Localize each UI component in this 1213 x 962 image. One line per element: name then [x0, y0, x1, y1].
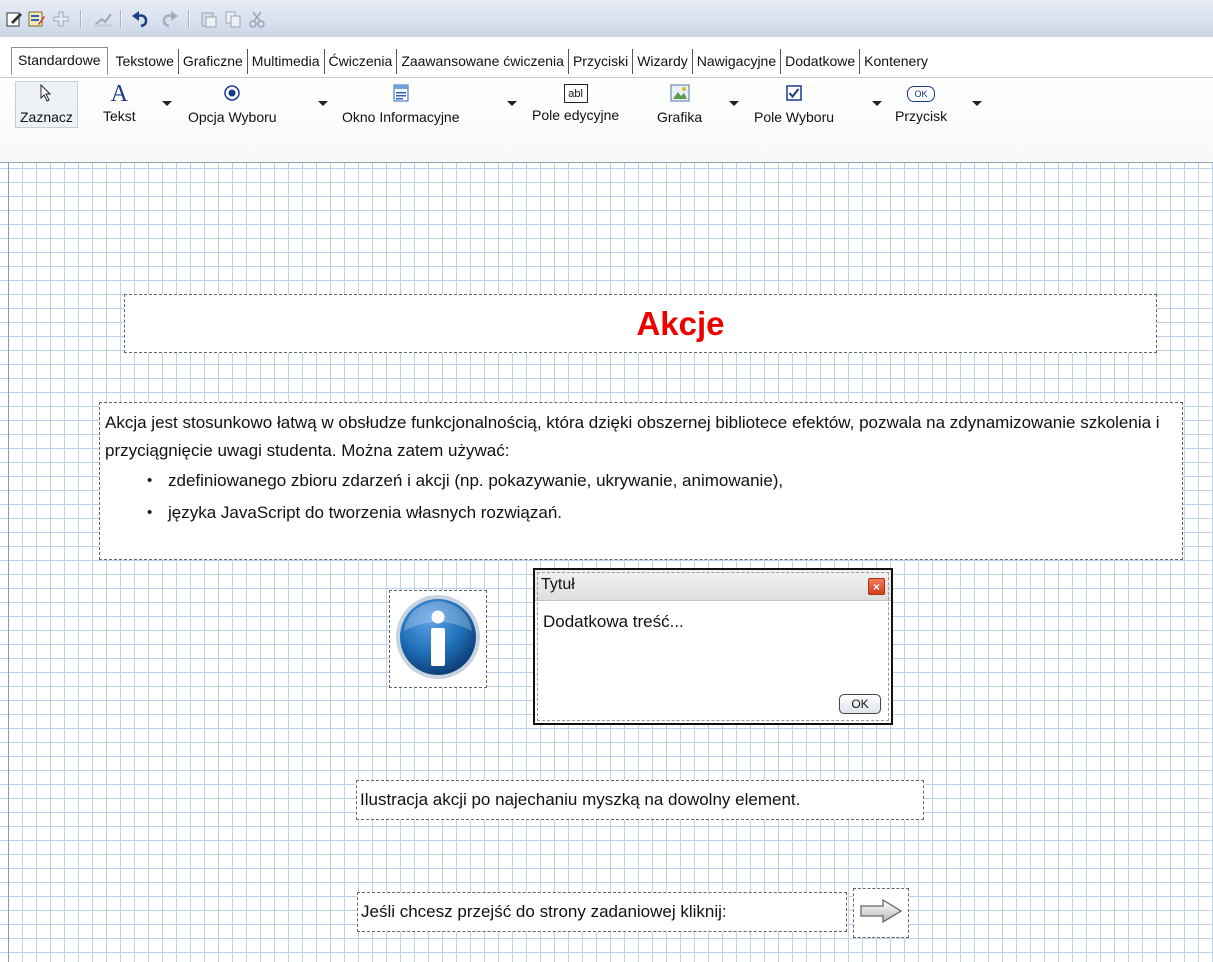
palette-tekst[interactable]: A Tekst	[103, 81, 136, 124]
palette-pole-wyboru-label: Pole Wyboru	[754, 109, 835, 125]
editor-window: Standardowe Tekstowe Graficzne Multimedi…	[0, 0, 1213, 962]
cursor-arrow-icon	[38, 83, 54, 105]
description-paragraph: Akcja jest stosunkowo łatwą w obsłudze f…	[105, 413, 1160, 460]
tab-graficzne[interactable]: Graficzne	[179, 49, 248, 74]
edit-properties-icon[interactable]	[26, 8, 48, 30]
publish-icon	[92, 8, 114, 30]
palette-pole-edycyjne-label: Pole edycyjne	[532, 107, 620, 123]
radio-button-icon	[223, 84, 241, 105]
tab-kontenery[interactable]: Kontenery	[860, 49, 932, 74]
illustration-caption-element[interactable]: Ilustracja akcji po najechaniu myszką na…	[356, 780, 924, 820]
info-image-element[interactable]	[389, 590, 487, 688]
toolbar-separator	[120, 10, 122, 28]
info-dialog[interactable]: Tytuł × Dodatkowa treść... OK	[533, 568, 893, 725]
palette-grafika-label: Grafika	[657, 109, 703, 125]
palette-opcja-wyboru[interactable]: Opcja Wyboru	[188, 84, 277, 125]
tab-standardowe[interactable]: Standardowe	[11, 47, 108, 75]
paste-icon	[198, 8, 220, 30]
copy-icon	[222, 8, 244, 30]
category-tabs: Standardowe Tekstowe Graficzne Multimedi…	[11, 46, 932, 75]
add-icon	[50, 8, 72, 30]
title-text-element[interactable]: Akcje	[124, 294, 1157, 353]
palette-przycisk[interactable]: OK Przycisk	[895, 84, 947, 124]
przycisk-dropdown-arrow[interactable]	[972, 101, 982, 106]
edit-page-icon[interactable]	[4, 8, 26, 30]
palette-okno-informacyjne[interactable]: Okno Informacyjne	[342, 84, 460, 125]
tab-tekstowe[interactable]: Tekstowe	[112, 49, 179, 74]
palette-przycisk-label: Przycisk	[895, 108, 948, 124]
next-arrow-button[interactable]	[853, 888, 909, 938]
palette-opcja-wyboru-label: Opcja Wyboru	[188, 109, 277, 125]
tab-nawigacyjne[interactable]: Nawigacyjne	[693, 49, 782, 74]
close-icon[interactable]: ×	[868, 578, 885, 595]
text-icon: A	[110, 81, 129, 107]
cut-icon	[246, 8, 268, 30]
redo-icon	[158, 8, 180, 30]
palette-pole-wyboru[interactable]: Pole Wyboru	[754, 84, 834, 125]
arrow-right-icon	[859, 898, 903, 929]
info-icon	[394, 593, 482, 686]
button-icon: OK	[907, 86, 936, 102]
image-icon	[670, 84, 690, 105]
tab-zaawansowane-cwiczenia[interactable]: Zaawansowane ćwiczenia	[397, 49, 569, 74]
palette-pole-edycyjne[interactable]: abl Pole edycyjne	[532, 84, 619, 123]
dialog-title: Tytuł	[541, 576, 575, 593]
canvas-left-margin	[8, 163, 9, 962]
tab-przyciski[interactable]: Przyciski	[569, 49, 634, 74]
page-canvas-grid[interactable]	[0, 163, 1213, 962]
palette-zaznacz-label: Zaznacz	[20, 109, 73, 125]
palette-strip: Zaznacz A Tekst Opcja Wyboru Okno Inform…	[0, 78, 1213, 164]
tekst-dropdown-arrow[interactable]	[162, 101, 172, 106]
tab-wizardy[interactable]: Wizardy	[633, 49, 693, 74]
dialog-body-text: Dodatkowa treść...	[543, 612, 684, 631]
palette-grafika[interactable]: Grafika	[657, 84, 702, 125]
toolbar-separator	[188, 10, 190, 28]
tab-multimedia[interactable]: Multimedia	[248, 49, 325, 74]
info-window-icon	[392, 84, 410, 105]
tab-cwiczenia[interactable]: Ćwiczenia	[325, 49, 398, 74]
okno-informacyjne-dropdown-arrow[interactable]	[507, 101, 517, 106]
main-toolbar	[0, 0, 1213, 38]
goto-text-element[interactable]: Jeśli chcesz przejść do strony zadaniowe…	[357, 892, 847, 932]
goto-text: Jeśli chcesz przejść do strony zadaniowe…	[361, 902, 727, 921]
palette-tekst-label: Tekst	[103, 108, 136, 124]
undo-icon[interactable]	[130, 8, 152, 30]
checkbox-icon	[785, 84, 803, 105]
page-title: Akcje	[636, 304, 725, 342]
bullet-item: zdefiniowanego zbioru zdarzeń i akcji (n…	[147, 465, 1182, 497]
opcja-wyboru-dropdown-arrow[interactable]	[318, 101, 328, 106]
element-palette: Zaznacz A Tekst Opcja Wyboru Okno Inform…	[0, 77, 1213, 164]
dialog-titlebar: Tytuł ×	[535, 570, 891, 601]
palette-zaznacz[interactable]: Zaznacz	[15, 81, 78, 128]
bullet-item: języka JavaScript do tworzenia własnych …	[147, 497, 1182, 529]
tab-dodatkowe[interactable]: Dodatkowe	[781, 49, 861, 74]
edit-field-icon: abl	[563, 84, 588, 103]
category-tabs-bar: Standardowe Tekstowe Graficzne Multimedi…	[0, 37, 1213, 77]
illustration-caption: Ilustracja akcji po najechaniu myszką na…	[360, 790, 801, 809]
toolbar-separator	[80, 10, 82, 28]
pole-wyboru-dropdown-arrow[interactable]	[872, 101, 882, 106]
palette-okno-informacyjne-label: Okno Informacyjne	[342, 109, 460, 125]
description-bullet-list: zdefiniowanego zbioru zdarzeń i akcji (n…	[105, 465, 1182, 529]
ok-button[interactable]: OK	[839, 694, 881, 714]
grafika-dropdown-arrow[interactable]	[729, 101, 739, 106]
description-text-element[interactable]: Akcja jest stosunkowo łatwą w obsłudze f…	[99, 402, 1183, 560]
